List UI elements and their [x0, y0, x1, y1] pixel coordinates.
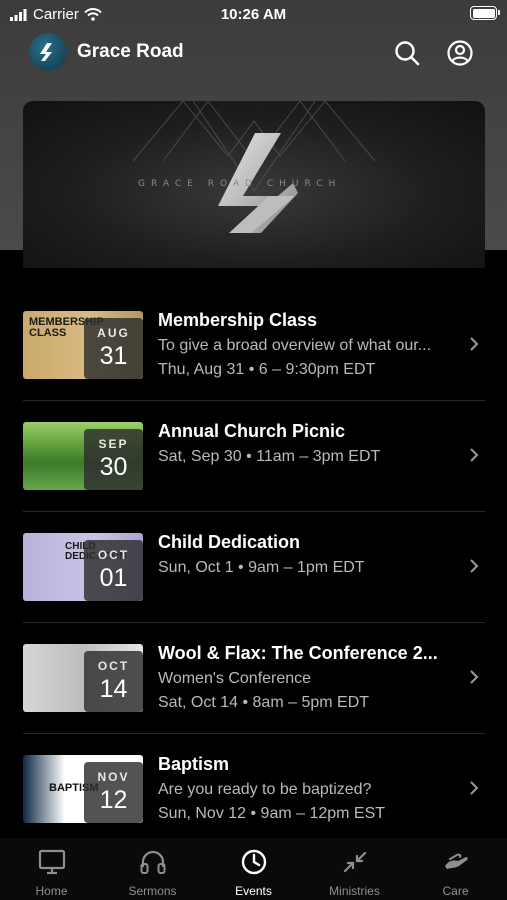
account-icon[interactable]: [446, 39, 474, 67]
event-thumbnail: MEMBERSHIP CLASS AUG 31: [23, 311, 143, 379]
banner-text: GRACE ROAD CHURCH: [138, 179, 342, 189]
event-row[interactable]: MEMBERSHIP CLASS AUG 31 Membership Class…: [23, 290, 485, 401]
church-banner[interactable]: GRACE ROAD CHURCH: [23, 101, 485, 268]
event-date-badge: AUG 31: [84, 318, 143, 379]
event-month: OCT: [97, 548, 130, 562]
event-thumbnail: SEP 30: [23, 422, 143, 490]
event-thumbnail: OCT 14: [23, 644, 143, 712]
status-time: 10:26 AM: [220, 6, 287, 23]
chevron-right-icon: [470, 337, 479, 351]
event-description: Women's Conference: [158, 670, 312, 687]
tab-events[interactable]: Events: [203, 838, 304, 900]
event-day: 30: [99, 453, 128, 481]
events-list: MEMBERSHIP CLASS AUG 31 Membership Class…: [23, 290, 485, 845]
thumbnail-text: MEMBERSHIP CLASS: [29, 316, 104, 339]
tab-label: Home: [35, 884, 68, 898]
arrows-icon: [343, 851, 367, 873]
event-day: 14: [99, 675, 128, 703]
event-title: Baptism: [158, 754, 230, 774]
event-datetime: Sat, Sep 30 • 11am – 3pm EDT: [158, 448, 381, 465]
event-title: Annual Church Picnic: [158, 421, 346, 441]
tab-ministries[interactable]: Ministries: [304, 838, 405, 900]
event-row[interactable]: SEP 30 Annual Church Picnic Sat, Sep 30 …: [23, 401, 485, 512]
event-description: To give a broad overview of what our...: [158, 337, 432, 354]
search-icon[interactable]: [393, 39, 421, 67]
app-header: Grace Road: [0, 30, 507, 76]
tab-label: Sermons: [128, 884, 177, 898]
battery-icon: [470, 6, 500, 20]
app-title: Grace Road: [77, 41, 184, 62]
headphones-icon: [140, 850, 166, 874]
event-month: NOV: [97, 770, 130, 784]
tab-bar: Home Sermons Events Ministries Care: [0, 838, 507, 900]
chevron-right-icon: [470, 559, 479, 573]
tab-label: Ministries: [329, 884, 380, 898]
event-day: 31: [99, 342, 128, 370]
event-thumbnail: BAPTISM NOV 12: [23, 755, 143, 823]
event-datetime: Sun, Nov 12 • 9am – 12pm EST: [158, 805, 386, 822]
tab-label: Care: [442, 884, 469, 898]
event-day: 01: [99, 564, 128, 592]
event-thumbnail: CHILD DEDICATION OCT 01: [23, 533, 143, 601]
tab-label: Events: [235, 884, 272, 898]
event-day: 12: [99, 786, 128, 814]
hands-icon: [445, 853, 468, 869]
event-title: Membership Class: [158, 310, 318, 330]
event-description: Are you ready to be baptized?: [158, 781, 372, 798]
clock-icon: [241, 849, 267, 875]
chevron-right-icon: [470, 670, 479, 684]
event-row[interactable]: BAPTISM NOV 12 Baptism Are you ready to …: [23, 734, 485, 845]
event-datetime: Thu, Aug 31 • 6 – 9:30pm EDT: [158, 361, 376, 378]
church-logo-icon[interactable]: [29, 33, 67, 71]
event-title: Wool & Flax: The Conference 2...: [158, 643, 438, 663]
tab-care[interactable]: Care: [405, 838, 506, 900]
event-month: SEP: [98, 437, 129, 451]
event-datetime: Sun, Oct 1 • 9am – 1pm EDT: [158, 559, 365, 576]
tv-icon: [38, 849, 66, 875]
status-bar: Carrier 10:26 AM: [0, 0, 507, 30]
event-date-badge: SEP 30: [84, 429, 143, 490]
event-date-badge: NOV 12: [84, 762, 143, 823]
event-date-badge: OCT 01: [84, 540, 143, 601]
tab-home[interactable]: Home: [1, 838, 102, 900]
event-row[interactable]: CHILD DEDICATION OCT 01 Child Dedication…: [23, 512, 485, 623]
tab-sermons[interactable]: Sermons: [102, 838, 203, 900]
chevron-right-icon: [470, 781, 479, 795]
event-month: OCT: [97, 659, 130, 673]
event-datetime: Sat, Oct 14 • 8am – 5pm EDT: [158, 694, 370, 711]
event-month: AUG: [97, 326, 130, 340]
event-title: Child Dedication: [158, 532, 301, 552]
chevron-right-icon: [470, 448, 479, 462]
event-date-badge: OCT 14: [84, 651, 143, 712]
event-row[interactable]: OCT 14 Wool & Flax: The Conference 2... …: [23, 623, 485, 734]
